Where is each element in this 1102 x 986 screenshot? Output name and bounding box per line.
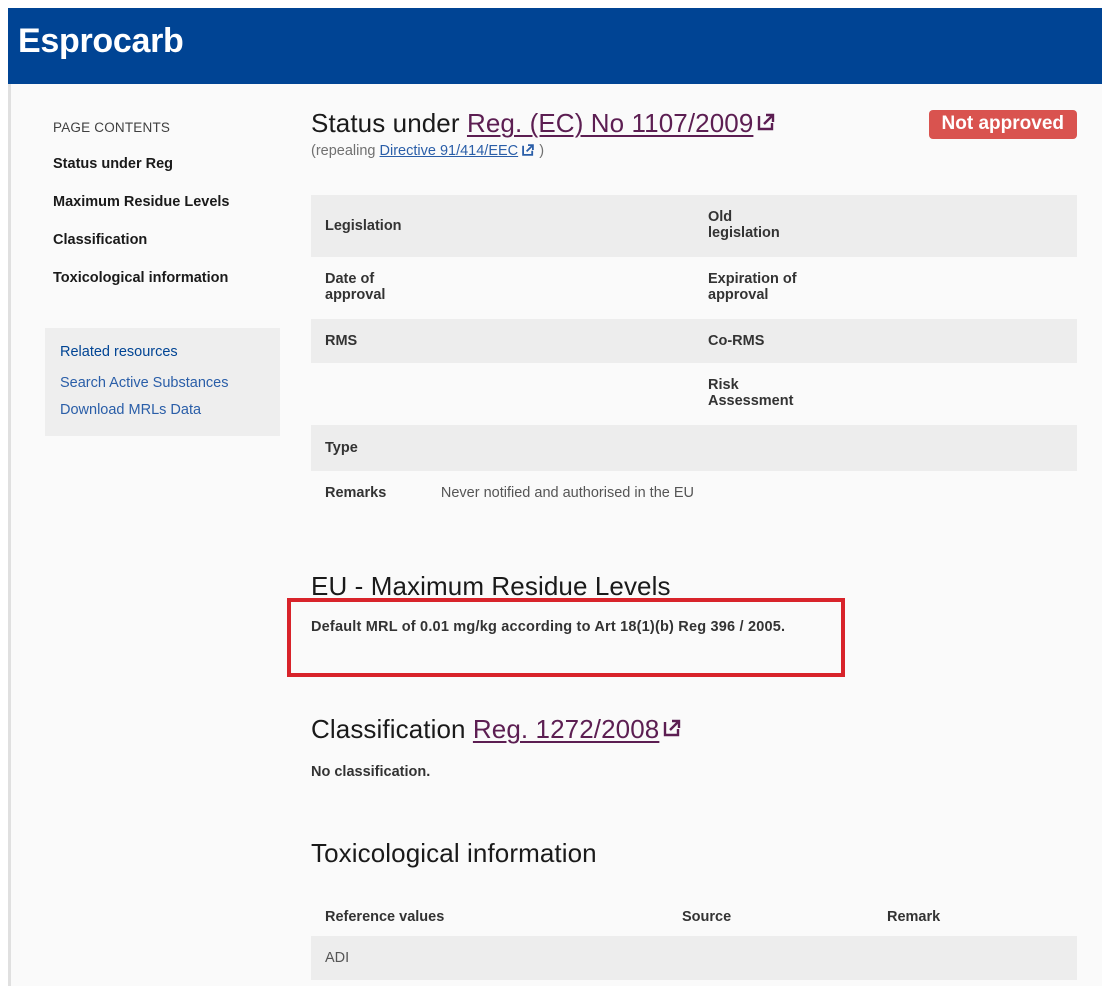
- external-link-icon: [521, 143, 535, 161]
- rms-label: RMS: [325, 333, 358, 349]
- toxicology-section-title: Toxicological information: [311, 838, 597, 868]
- page-contents-nav: PAGE CONTENTS Status under Reg Maximum R…: [53, 120, 283, 307]
- expiration-of-approval-label: Expiration of approval: [708, 271, 797, 303]
- table-row: Remarks Never notified and authorised in …: [311, 471, 1077, 515]
- type-secondary-label: [694, 440, 708, 471]
- co-rms-label: Co-RMS: [708, 333, 765, 349]
- column-remark: Remark: [887, 909, 941, 925]
- old-legislation-label: Old legislation: [708, 209, 780, 241]
- date-of-approval-label: Date of approval: [325, 271, 386, 303]
- mrl-highlight-box: [287, 598, 845, 677]
- page-header: Esprocarb: [8, 8, 1102, 84]
- remarks-value: Never notified and authorised in the EU: [440, 485, 694, 501]
- repealing-prefix: (repealing: [311, 143, 376, 159]
- legislation-label: Legislation: [325, 218, 402, 234]
- remarks-secondary-label: [694, 485, 708, 515]
- column-reference-values: Reference values: [325, 909, 445, 925]
- search-active-substances-link[interactable]: Search Active Substances: [60, 375, 265, 391]
- empty-label: [325, 377, 452, 425]
- classification-text: No classification.: [311, 764, 431, 780]
- toxicology-table-header: Reference values Source Remark: [311, 898, 1077, 936]
- table-row: ADI: [311, 936, 1077, 980]
- toc-item-toxicology[interactable]: Toxicological information: [53, 269, 283, 307]
- toc-item-status[interactable]: Status under Reg: [53, 155, 283, 193]
- page-contents-heading: PAGE CONTENTS: [53, 120, 171, 135]
- column-source: Source: [682, 909, 732, 925]
- toc-item-mrl[interactable]: Maximum Residue Levels: [53, 193, 283, 231]
- related-resources-title: Related resources: [60, 344, 178, 360]
- classification-title-text: Classification: [311, 714, 466, 744]
- table-row: Type: [311, 425, 1077, 471]
- regulation-1272-link[interactable]: Reg. 1272/2008: [473, 714, 659, 744]
- repealing-suffix: ): [539, 143, 545, 159]
- table-row: Legislation Old legislation: [311, 195, 1077, 257]
- status-badge: Not approved: [928, 110, 1077, 139]
- regulation-1107-link[interactable]: Reg. (EC) No 1107/2009: [467, 108, 753, 138]
- table-row: RMS Co-RMS: [311, 319, 1077, 363]
- table-row: Risk Assessment: [311, 363, 1077, 425]
- status-title-text: Status under: [311, 108, 460, 138]
- directive-91-414-link[interactable]: Directive 91/414/EEC: [380, 143, 519, 159]
- remarks-label: Remarks: [325, 485, 387, 501]
- table-row: Date of approval Expiration of approval: [311, 257, 1077, 319]
- repealing-note: (repealing Directive 91/414/EEC ): [311, 143, 1077, 161]
- toc-item-classification[interactable]: Classification: [53, 231, 283, 269]
- toxicology-table: Reference values Source Remark ADI: [311, 898, 1077, 980]
- classification-section-title: Classification Reg. 1272/2008: [311, 714, 682, 745]
- external-link-icon: [662, 714, 682, 745]
- related-resources-box: Related resources Search Active Substanc…: [45, 328, 280, 436]
- risk-assessment-label: Risk Assessment: [708, 377, 794, 409]
- main-content: Status under Reg. (EC) No 1107/2009 Not …: [311, 108, 1077, 980]
- download-mrls-data-link[interactable]: Download MRLs Data: [60, 402, 265, 418]
- status-table: Legislation Old legislation Date of appr…: [311, 195, 1077, 515]
- type-label: Type: [325, 440, 358, 456]
- reference-value-cell: ADI: [325, 950, 350, 966]
- external-link-icon: [756, 108, 776, 139]
- page-title: Esprocarb: [18, 22, 184, 60]
- window-edge: [0, 0, 8, 986]
